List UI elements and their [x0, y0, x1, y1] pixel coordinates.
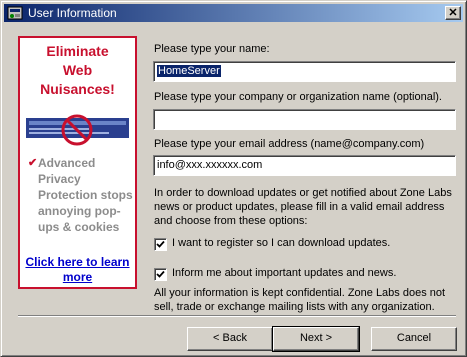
ad-body: ✔ Advanced Privacy Protection stops anno… [28, 155, 136, 235]
email-label: Please type your email address (name@com… [154, 138, 425, 150]
name-label: Please type your name: [154, 43, 270, 55]
ad-headline: Eliminate Web Nuisances! [20, 42, 135, 99]
check-icon: ✔ [28, 157, 38, 169]
window-title: User Information [28, 6, 117, 20]
next-button[interactable]: Next > [272, 326, 360, 352]
back-button[interactable]: < Back [187, 327, 273, 351]
register-checkbox-label: I want to register so I can download upd… [172, 237, 391, 249]
no-popups-icon [26, 114, 129, 146]
cancel-button[interactable]: Cancel [371, 327, 457, 351]
ad-headline-line: Web [62, 62, 93, 78]
user-information-dialog: User Information ✕ Eliminate Web Nuisanc… [0, 0, 467, 357]
company-label: Please type your company or organization… [154, 91, 442, 103]
ad-body-text: Advanced Privacy Protection stops annoyi… [38, 156, 133, 234]
ad-learn-more-link[interactable]: Click here to learn more [20, 255, 135, 285]
checkmark-icon [156, 240, 165, 248]
email-field-value: info@xxx.xxxxxx.com [157, 159, 263, 171]
name-field[interactable]: HomeServer [153, 61, 456, 82]
email-field[interactable]: info@xxx.xxxxxx.com [153, 155, 456, 176]
app-icon [7, 6, 23, 20]
title-bar[interactable]: User Information ✕ [4, 4, 463, 22]
ad-headline-line: Eliminate [46, 43, 109, 59]
ad-banner[interactable]: Eliminate Web Nuisances! ✔ Advanced Priv… [18, 36, 137, 289]
checkmark-icon [156, 270, 165, 278]
divider [18, 315, 456, 317]
inform-checkbox-label: Inform me about important updates and ne… [172, 267, 397, 279]
register-checkbox[interactable] [154, 238, 167, 251]
update-instructions: In order to download updates or get noti… [154, 187, 452, 227]
inform-checkbox[interactable] [154, 268, 167, 281]
close-button[interactable]: ✕ [445, 6, 461, 20]
company-field[interactable] [153, 109, 456, 130]
ad-headline-line: Nuisances! [40, 81, 115, 97]
name-field-value: HomeServer [157, 65, 221, 77]
privacy-note: All your information is kept confidentia… [154, 287, 446, 313]
